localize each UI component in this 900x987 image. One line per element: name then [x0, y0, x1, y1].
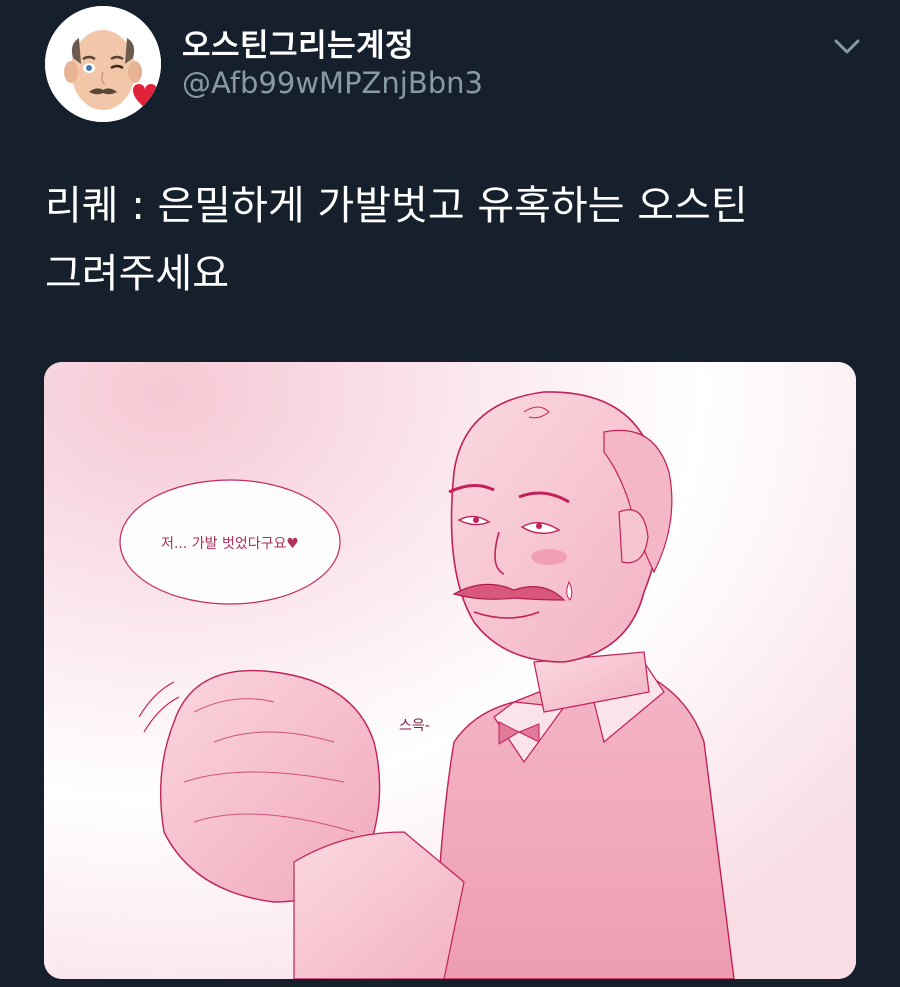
- tweet-text: 리퀘 : 은밀하게 가발벗고 유혹하는 오스틴 그려주세요: [45, 172, 865, 308]
- tweet-text-line: 그려주세요: [45, 251, 229, 297]
- illustration: 저... 가발 벗었다구요♥ 스윽-: [44, 362, 856, 979]
- tweet-text-line: 리퀘 : 은밀하게 가발벗고 유혹하는 오스틴: [45, 183, 748, 229]
- tweet-media-image[interactable]: 저... 가발 벗었다구요♥ 스윽-: [44, 362, 856, 979]
- user-handle[interactable]: @Afb99wMPZnjBbn3: [182, 66, 483, 100]
- chevron-down-icon[interactable]: [830, 34, 864, 58]
- sound-effect-text: 스윽-: [399, 718, 430, 734]
- speech-bubble-text: 저... 가발 벗었다구요♥: [161, 536, 299, 552]
- avatar[interactable]: [45, 6, 161, 122]
- display-name[interactable]: 오스틴그리는계정: [182, 20, 414, 65]
- memoji-avatar-icon: [45, 6, 161, 122]
